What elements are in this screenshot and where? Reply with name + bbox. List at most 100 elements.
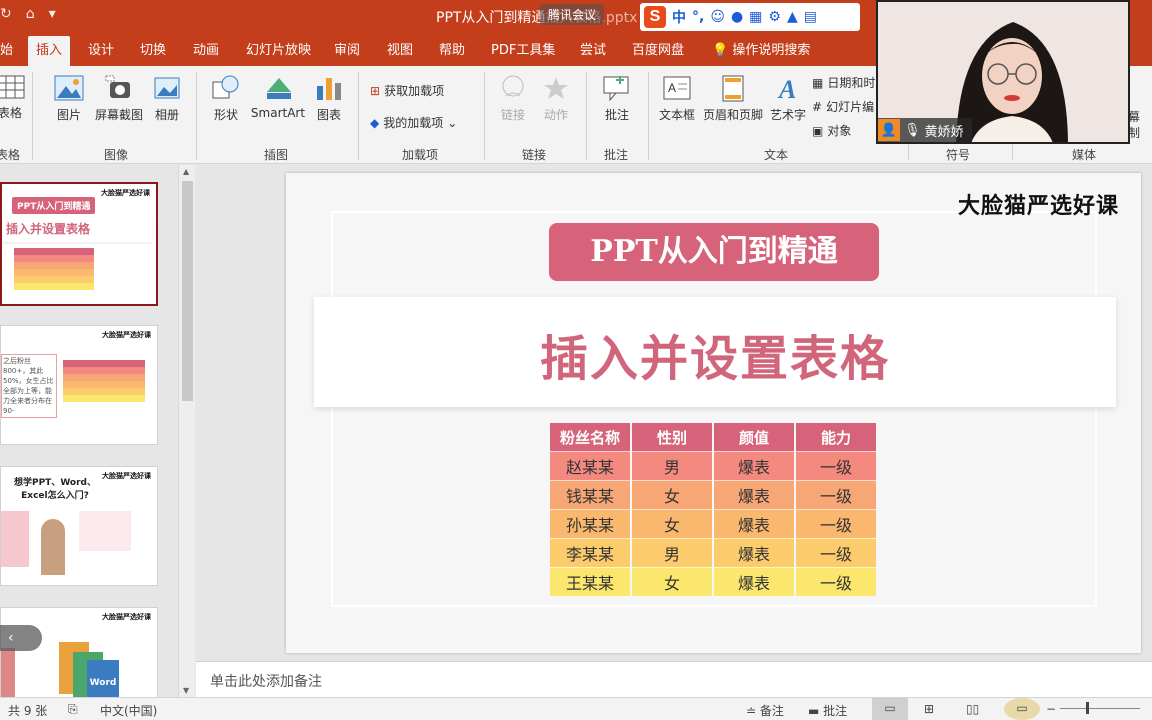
microphone-icon[interactable]: 🎙 bbox=[904, 123, 921, 138]
textbox-button[interactable]: A 文本框 bbox=[656, 74, 698, 123]
table-cell[interactable]: 女 bbox=[632, 480, 712, 509]
ime-toolbar[interactable]: S 中 °, ☺ ● ▦ ⚙ ▲ ▤ bbox=[640, 3, 860, 31]
zoom-out-icon[interactable]: − bbox=[1046, 702, 1056, 716]
screenshot-button[interactable]: 屏幕截图 bbox=[90, 74, 148, 123]
collapse-arrow-icon[interactable]: ‹ bbox=[0, 625, 42, 651]
comments-toggle[interactable]: ▬ 批注 bbox=[808, 702, 847, 719]
tab-try[interactable]: 尝试 bbox=[580, 36, 606, 66]
thumbnail-scrollbar[interactable]: ▲ ▼ bbox=[178, 165, 195, 697]
link-button[interactable]: 链接 bbox=[496, 74, 530, 123]
chart-button[interactable]: 图表 bbox=[312, 74, 346, 123]
menu-icon[interactable]: ▤ bbox=[804, 9, 817, 25]
tools-icon[interactable]: ⚙ bbox=[768, 9, 781, 25]
ime-logo-icon[interactable]: S bbox=[644, 6, 666, 28]
accessibility-icon[interactable]: ⎘ bbox=[68, 702, 78, 717]
table-cell[interactable]: 孙某某 bbox=[550, 509, 630, 538]
table-cell[interactable]: 爆表 bbox=[714, 480, 794, 509]
table-header-cell[interactable]: 颜值 bbox=[714, 423, 794, 451]
table-cell[interactable]: 一级 bbox=[796, 480, 876, 509]
tab-help[interactable]: 帮助 bbox=[439, 36, 465, 66]
table-cell[interactable]: 一级 bbox=[796, 538, 876, 567]
table-cell[interactable]: 爆表 bbox=[714, 451, 794, 480]
scrollbar-thumb[interactable] bbox=[182, 181, 193, 401]
notes-placeholder[interactable]: 单击此处添加备注 bbox=[210, 671, 322, 691]
scroll-down-icon[interactable]: ▼ bbox=[183, 686, 189, 695]
slideshow-view-icon[interactable]: ▭ bbox=[1004, 698, 1040, 720]
table-cell[interactable]: 女 bbox=[632, 509, 712, 538]
table-cell[interactable]: 男 bbox=[632, 538, 712, 567]
customize-toolbar-icon[interactable]: ▾ bbox=[49, 6, 56, 22]
slide-thumbnail-1[interactable]: 大脸猫严选好课 PPT从入门到精通 插入并设置表格 bbox=[0, 182, 158, 306]
notes-toggle[interactable]: ≐ 备注 bbox=[746, 702, 784, 719]
slide-sorter-view-icon[interactable]: ⊞ bbox=[924, 702, 934, 716]
wordart-button[interactable]: A 艺术字 bbox=[768, 74, 808, 123]
scroll-up-icon[interactable]: ▲ bbox=[183, 167, 189, 176]
picture-button[interactable]: 图片 bbox=[52, 74, 86, 123]
table-button[interactable]: 表格 bbox=[0, 74, 26, 121]
ime-punct[interactable]: °, bbox=[692, 9, 704, 25]
course-title-pill[interactable]: PPT从入门到精通 bbox=[549, 223, 879, 281]
zoom-slider[interactable] bbox=[1060, 708, 1140, 709]
tab-design[interactable]: 设计 bbox=[88, 36, 114, 66]
tab-slideshow[interactable]: 幻灯片放映 bbox=[246, 36, 311, 66]
comment-button[interactable]: 批注 bbox=[600, 74, 634, 123]
tab-pdf-tools[interactable]: PDF工具集 bbox=[491, 36, 555, 66]
table-cell[interactable]: 一级 bbox=[796, 509, 876, 538]
slide-number-button[interactable]: # 幻灯片编 bbox=[812, 98, 874, 115]
table-cell[interactable]: 男 bbox=[632, 451, 712, 480]
slide-main-title[interactable]: 插入并设置表格 bbox=[314, 319, 1116, 389]
get-addins-button[interactable]: ⊞ 获取加载项 bbox=[370, 82, 444, 99]
notes-pane[interactable]: 单击此处添加备注 bbox=[196, 661, 1152, 697]
object-button[interactable]: ▣ 对象 bbox=[812, 122, 851, 139]
keyboard-icon[interactable]: ▦ bbox=[749, 9, 762, 25]
ime-mode[interactable]: 中 bbox=[672, 7, 686, 27]
date-time-button[interactable]: ▦ 日期和时 bbox=[812, 74, 875, 91]
tab-insert[interactable]: 插入 bbox=[28, 36, 71, 66]
tab-home[interactable]: 始 bbox=[0, 36, 13, 66]
table-cell[interactable]: 女 bbox=[632, 567, 712, 596]
table-cell[interactable]: 王某某 bbox=[550, 567, 630, 596]
table-cell[interactable]: 爆表 bbox=[714, 567, 794, 596]
smartart-button[interactable]: SmartArt bbox=[248, 74, 308, 120]
table-header-cell[interactable]: 能力 bbox=[796, 423, 876, 451]
language-indicator[interactable]: 中文(中国) bbox=[100, 702, 157, 719]
album-button[interactable]: 相册 bbox=[150, 74, 184, 123]
action-button[interactable]: 动作 bbox=[538, 74, 574, 123]
table-cell[interactable]: 一级 bbox=[796, 567, 876, 596]
table-cell[interactable]: 爆表 bbox=[714, 509, 794, 538]
slide-thumbnail-pane: 大脸猫严选好课 PPT从入门到精通 插入并设置表格 大脸猫严选好课 之后粉丝80… bbox=[0, 165, 178, 697]
voice-icon[interactable]: ● bbox=[731, 9, 743, 25]
tab-review[interactable]: 审阅 bbox=[334, 36, 360, 66]
normal-view-icon[interactable]: ▭ bbox=[872, 698, 908, 720]
title-banner[interactable]: 插入并设置表格 bbox=[314, 297, 1116, 407]
slide-thumbnail-2[interactable]: 大脸猫严选好课 之后粉丝800+，其此 50%，女生占比全部为上等，能力全来者分… bbox=[0, 325, 158, 445]
header-footer-button[interactable]: 页眉和页脚 bbox=[700, 74, 766, 123]
tab-view[interactable]: 视图 bbox=[387, 36, 413, 66]
skin-icon[interactable]: ▲ bbox=[787, 9, 798, 25]
current-slide[interactable]: 大脸猫严选好课 PPT从入门到精通 插入并设置表格 粉丝名称 性别 颜值 能力 … bbox=[286, 173, 1141, 653]
slide-thumbnail-3[interactable]: 大脸猫严选好课 想学PPT、Word、Excel怎么入门? bbox=[0, 466, 158, 586]
table-cell[interactable]: 钱某某 bbox=[550, 480, 630, 509]
tab-animations[interactable]: 动画 bbox=[193, 36, 219, 66]
table-cell[interactable]: 李某某 bbox=[550, 538, 630, 567]
table-header-cell[interactable]: 性别 bbox=[632, 423, 712, 451]
slide-thumbnail-4[interactable]: 大脸猫严选好课 Word bbox=[0, 607, 158, 697]
notes-icon: ≐ bbox=[746, 704, 757, 718]
tell-me-search[interactable]: 💡 操作说明搜索 bbox=[712, 36, 810, 66]
reading-view-icon[interactable]: ▯▯ bbox=[966, 702, 979, 716]
tab-transitions[interactable]: 切换 bbox=[140, 36, 166, 66]
fan-table[interactable]: 粉丝名称 性别 颜值 能力 赵某某男爆表 一级 钱某某女爆表 一级 孙某某女爆表 一级 李某… bbox=[548, 423, 878, 596]
brand-logo-text[interactable]: 大脸猫严选好课 bbox=[958, 188, 1119, 220]
table-cell[interactable]: 爆表 bbox=[714, 538, 794, 567]
emoji-icon[interactable]: ☺ bbox=[710, 9, 725, 25]
meeting-badge[interactable]: 腾讯会议 bbox=[540, 4, 605, 25]
shapes-button[interactable]: 形状 bbox=[208, 74, 244, 123]
table-cell[interactable]: 一级 bbox=[796, 451, 876, 480]
zoom-slider-handle[interactable] bbox=[1086, 702, 1089, 714]
my-addins-button[interactable]: ◆ 我的加载项 ⌄ bbox=[370, 114, 457, 131]
table-header-cell[interactable]: 粉丝名称 bbox=[550, 423, 630, 451]
tab-baidu-netdisk[interactable]: 百度网盘 bbox=[632, 36, 684, 66]
table-cell[interactable]: 赵某某 bbox=[550, 451, 630, 480]
redo-icon[interactable]: ↻ bbox=[0, 6, 12, 22]
slideshow-from-start-icon[interactable]: ⌂ bbox=[26, 6, 35, 22]
